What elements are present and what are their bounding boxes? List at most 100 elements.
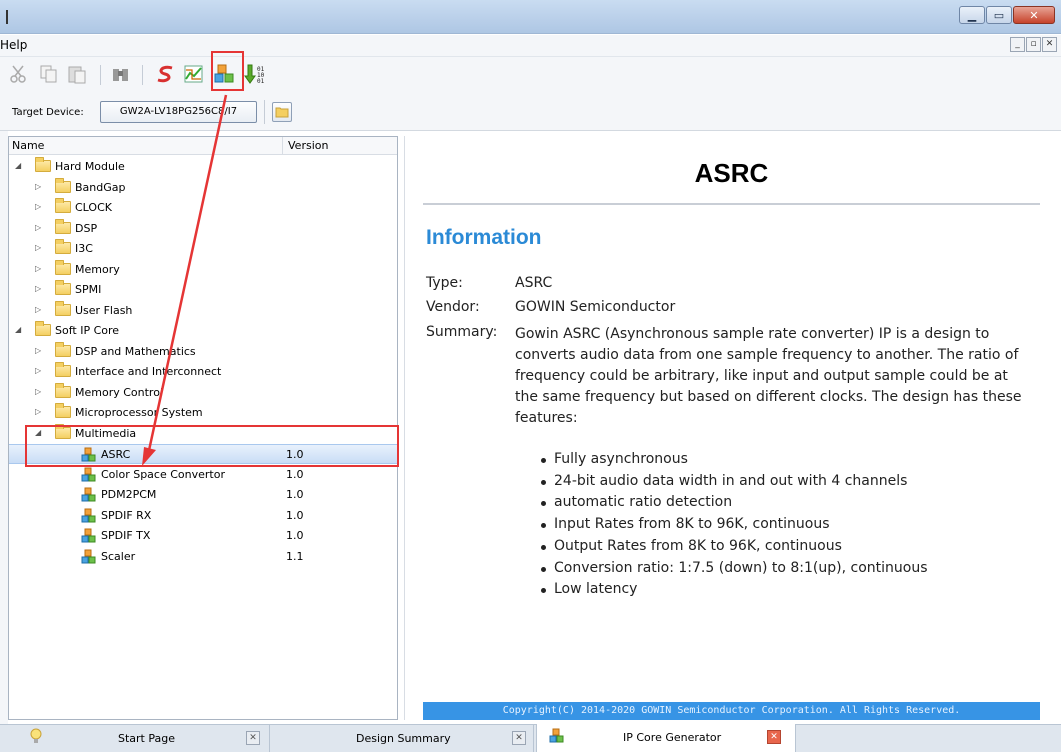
tree-ip-item[interactable]: SPDIF RX 1.0 bbox=[9, 506, 397, 526]
collapsed-arrow-icon[interactable]: ▷ bbox=[35, 305, 41, 314]
folder-icon bbox=[55, 218, 71, 234]
collapsed-arrow-icon[interactable]: ▷ bbox=[35, 407, 41, 416]
minimize-button[interactable]: ▁ bbox=[959, 6, 985, 24]
feature-item: Conversion ratio: 1:7.5 (down) to 8:1(up… bbox=[538, 558, 928, 580]
collapsed-arrow-icon[interactable]: ▷ bbox=[35, 264, 41, 273]
column-header-version[interactable]: Version bbox=[288, 139, 328, 152]
feature-item: Low latency bbox=[538, 579, 928, 601]
find-icon[interactable] bbox=[110, 63, 132, 85]
tree-item-label: BandGap bbox=[75, 180, 126, 194]
tree-ip-item[interactable]: Color Space Convertor 1.0 bbox=[9, 465, 397, 485]
column-header-name[interactable]: Name bbox=[12, 139, 44, 152]
toolbar: 01 10 01 bbox=[0, 51, 1061, 93]
copyright-footer: Copyright(C) 2014-2020 GOWIN Semiconduct… bbox=[423, 702, 1040, 720]
maximize-icon: ▭ bbox=[993, 9, 1005, 22]
program-device-icon[interactable]: 01 10 01 bbox=[244, 63, 266, 85]
tree-item-label: DSP and Mathematics bbox=[75, 344, 196, 358]
mdi-minimize-button[interactable]: _ bbox=[1010, 37, 1025, 52]
close-button[interactable]: ✕ bbox=[1013, 6, 1055, 24]
tree-item-label: Soft IP Core bbox=[55, 324, 120, 337]
feature-item: Input Rates from 8K to 96K, continuous bbox=[538, 514, 928, 536]
app-icon bbox=[6, 10, 8, 24]
tab-close-icon[interactable]: ✕ bbox=[767, 730, 781, 744]
type-value: ASRC bbox=[515, 275, 553, 291]
collapsed-arrow-icon[interactable]: ▷ bbox=[35, 223, 41, 232]
tree-item-label: DSP bbox=[75, 221, 98, 235]
tree-folder-item[interactable]: ▷ Interface and Interconnect bbox=[9, 362, 397, 382]
mdi-restore-button[interactable]: ▫ bbox=[1026, 37, 1041, 52]
ide-window: ▁ ▭ ✕ Help _ ▫ ✕ 01 10 01 Target Device:… bbox=[0, 0, 1061, 752]
tab-close-icon[interactable]: ✕ bbox=[512, 731, 526, 745]
tree-item-label: Interface and Interconnect bbox=[75, 365, 222, 378]
collapsed-arrow-icon[interactable]: ▷ bbox=[35, 243, 41, 252]
device-bar: Target Device: GW2A-LV18PG256C8/I7 bbox=[0, 93, 1061, 131]
ip-core-icon bbox=[81, 549, 96, 563]
tree-folder-item[interactable]: ▷ DSP and Mathematics bbox=[9, 341, 397, 362]
paste-icon[interactable] bbox=[66, 63, 88, 85]
menu-help[interactable]: Help bbox=[0, 38, 27, 52]
tree-folder-item[interactable]: ▷ I3C bbox=[9, 239, 397, 259]
tree-item-label: Scaler bbox=[101, 549, 136, 563]
tree-item-label: SPDIF RX bbox=[101, 508, 152, 522]
tree-item-label: SPDIF TX bbox=[101, 529, 151, 542]
cut-icon[interactable] bbox=[8, 63, 30, 85]
collapsed-arrow-icon[interactable]: ▷ bbox=[35, 202, 41, 211]
tree-folder-item[interactable]: ▷ CLOCK bbox=[9, 198, 397, 218]
lightbulb-icon bbox=[30, 728, 42, 743]
ip-core-icon bbox=[81, 467, 96, 481]
expanded-arrow-icon[interactable]: ◢ bbox=[15, 325, 21, 334]
maximize-button[interactable]: ▭ bbox=[986, 6, 1012, 24]
timing-icon[interactable] bbox=[183, 63, 205, 85]
tree-folder-item[interactable]: ▷ DSP bbox=[9, 218, 397, 239]
vendor-key: Vendor: bbox=[426, 299, 480, 315]
collapsed-arrow-icon[interactable]: ▷ bbox=[35, 182, 41, 191]
ip-core-icon bbox=[81, 487, 96, 502]
mdi-close-button[interactable]: ✕ bbox=[1042, 37, 1057, 52]
collapsed-arrow-icon[interactable]: ▷ bbox=[35, 387, 41, 396]
tab-start-page[interactable]: Start Page ✕ bbox=[0, 725, 270, 752]
open-folder-button[interactable] bbox=[272, 102, 292, 122]
tree-item-label: CLOCK bbox=[75, 201, 112, 214]
tree-folder-item[interactable]: ▷ SPMI bbox=[9, 280, 397, 300]
tree-folder-item[interactable]: ▷ Microprocessor System bbox=[9, 403, 397, 423]
tab-label: Start Page bbox=[118, 732, 175, 745]
synthesize-icon[interactable] bbox=[154, 63, 176, 85]
ip-core-icon bbox=[81, 508, 96, 522]
tree-ip-item[interactable]: Scaler 1.1 bbox=[9, 547, 397, 567]
left-edge bbox=[0, 131, 8, 724]
feature-item: Output Rates from 8K to 96K, continuous bbox=[538, 536, 928, 558]
collapsed-arrow-icon[interactable]: ▷ bbox=[35, 346, 41, 355]
tab-design-summary[interactable]: Design Summary ✕ bbox=[270, 725, 534, 752]
tree-item-label: User Flash bbox=[75, 303, 133, 317]
collapsed-arrow-icon[interactable]: ▷ bbox=[35, 284, 41, 293]
tree-ip-item[interactable]: SPDIF TX 1.0 bbox=[9, 526, 397, 546]
tree-item-version: 1.1 bbox=[286, 549, 304, 563]
tree-item-label: Memory bbox=[75, 262, 120, 276]
window-controls: ▁ ▭ ✕ bbox=[958, 6, 1055, 24]
tree-folder-item[interactable]: ▷ User Flash bbox=[9, 300, 397, 321]
tree-folder-item[interactable]: ▷ Memory Control bbox=[9, 382, 397, 403]
copy-icon[interactable] bbox=[38, 63, 60, 85]
tree-folder-item[interactable]: ▷ BandGap bbox=[9, 177, 397, 198]
tab-close-icon[interactable]: ✕ bbox=[246, 731, 260, 745]
minimize-icon: ▁ bbox=[967, 9, 977, 22]
document-tabs: Start Page ✕ Design Summary ✕ IP Core Ge… bbox=[0, 724, 1061, 752]
expanded-arrow-icon[interactable]: ◢ bbox=[15, 161, 21, 170]
column-divider[interactable] bbox=[282, 137, 283, 155]
collapsed-arrow-icon[interactable]: ▷ bbox=[35, 366, 41, 375]
tab-label: Design Summary bbox=[356, 732, 451, 745]
folder-icon bbox=[55, 300, 71, 316]
target-device-button[interactable]: GW2A-LV18PG256C8/I7 bbox=[100, 101, 257, 123]
tree-folder-item[interactable]: ◢ Hard Module bbox=[9, 157, 397, 177]
tree-folder-item[interactable]: ▷ Memory bbox=[9, 259, 397, 280]
folder-icon bbox=[55, 280, 71, 295]
tree-header: Name Version bbox=[9, 137, 397, 155]
folder-icon bbox=[35, 321, 51, 336]
ip-detail-panel: ASRC Information Type: ASRC Vendor: GOWI… bbox=[404, 136, 1057, 720]
tree-folder-item[interactable]: ◢ Soft IP Core bbox=[9, 321, 397, 341]
device-separator bbox=[264, 100, 265, 124]
ip-core-icon bbox=[549, 728, 564, 743]
title-divider bbox=[423, 203, 1040, 205]
tab-ip-core-generator[interactable]: IP Core Generator ✕ bbox=[536, 724, 796, 752]
tree-ip-item[interactable]: PDM2PCM 1.0 bbox=[9, 485, 397, 505]
